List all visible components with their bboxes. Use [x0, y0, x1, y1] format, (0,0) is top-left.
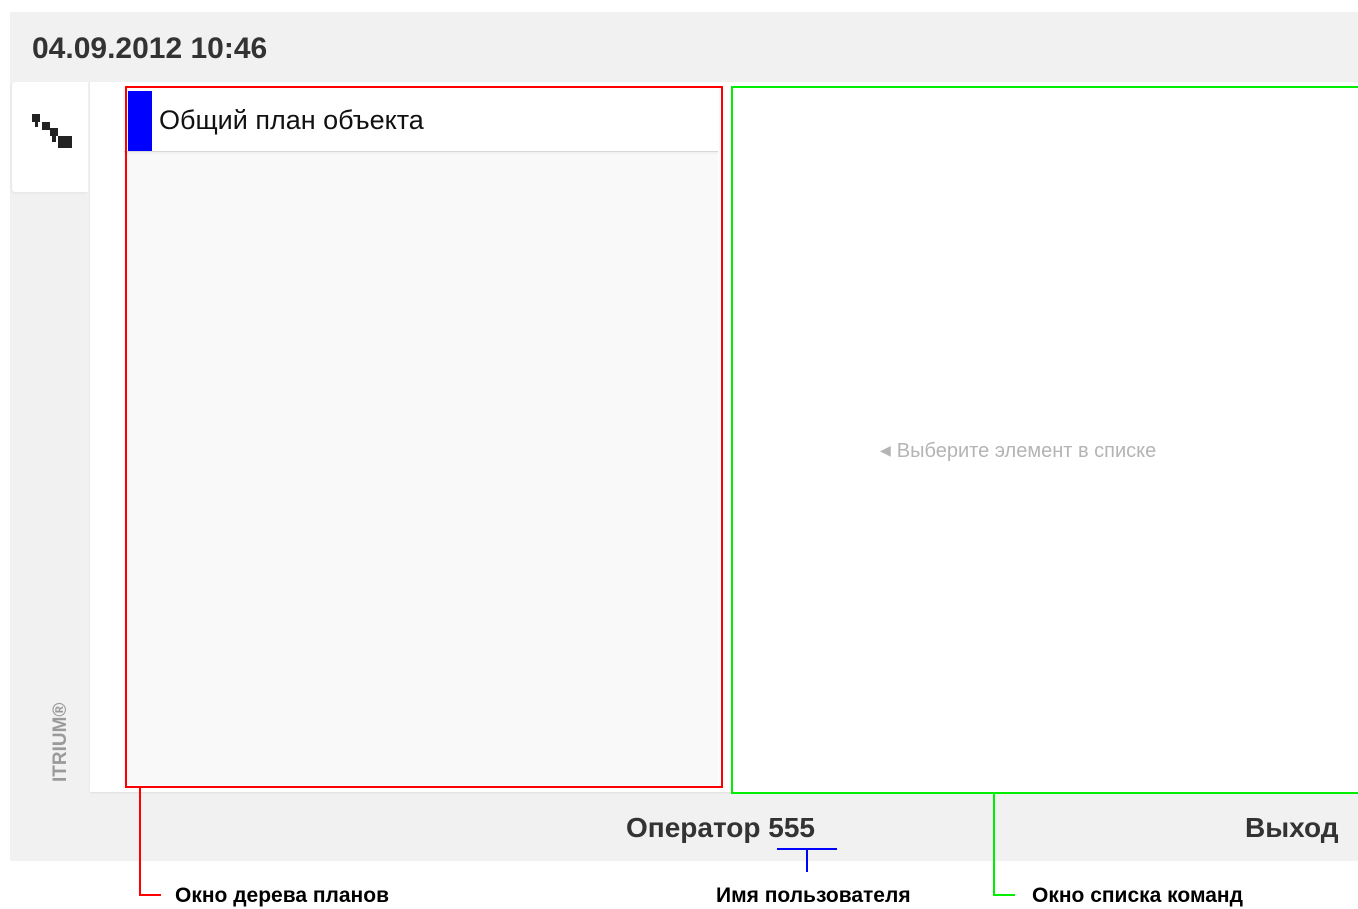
logout-button[interactable]: Выход [1245, 812, 1339, 844]
commands-callout-line [993, 894, 1015, 896]
operator-label: Оператор [626, 812, 761, 843]
callout-commands-window: Окно списка команд [1032, 884, 1243, 907]
tree-window-highlight [125, 86, 723, 788]
brand-logo: ITRIUM® [50, 702, 71, 782]
commands-window-highlight [731, 86, 1358, 794]
commands-callout-line [993, 792, 995, 896]
operator-info: Оператор 555 [626, 812, 815, 844]
callout-username: Имя пользователя [716, 884, 911, 907]
tree-callout-line [139, 894, 161, 896]
tab-plan-tree[interactable] [12, 82, 88, 192]
username-callout-line [806, 848, 808, 872]
username: 555 [768, 812, 815, 843]
tree-callout-line [139, 786, 141, 896]
datetime-display: 04.09.2012 10:46 [32, 32, 268, 65]
callout-tree-window: Окно дерева планов [175, 884, 389, 907]
tree-icon [32, 114, 72, 148]
